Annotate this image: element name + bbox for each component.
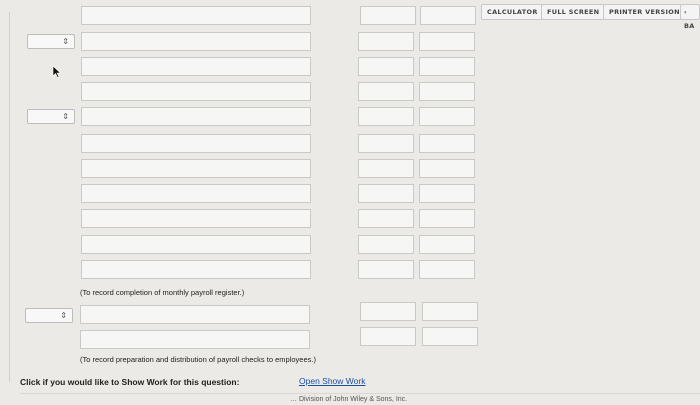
- back-button[interactable]: ‹ BA: [680, 4, 700, 30]
- account-field[interactable]: [81, 82, 311, 101]
- updown-chevron-icon: ⇕: [60, 311, 67, 320]
- credit-field[interactable]: [419, 159, 475, 178]
- date-select[interactable]: ⇕: [25, 308, 73, 323]
- credit-field[interactable]: [419, 32, 475, 51]
- credit-field[interactable]: [419, 260, 475, 279]
- debit-field[interactable]: [360, 6, 416, 25]
- debit-field[interactable]: [360, 302, 416, 321]
- credit-field[interactable]: [419, 57, 475, 76]
- updown-chevron-icon: ⇕: [62, 37, 69, 46]
- account-field[interactable]: [81, 159, 311, 178]
- updown-chevron-icon: ⇕: [62, 112, 69, 121]
- show-work-label: Click if you would like to Show Work for…: [20, 377, 240, 387]
- debit-field[interactable]: [358, 57, 414, 76]
- debit-field[interactable]: [358, 235, 414, 254]
- account-field[interactable]: [81, 6, 311, 25]
- footer-divider: [20, 393, 700, 394]
- account-field[interactable]: [81, 260, 311, 279]
- calculator-button[interactable]: CALCULATOR: [481, 4, 544, 20]
- copyright-text: … Division of John Wiley & Sons, Inc.: [290, 396, 408, 403]
- debit-field[interactable]: [360, 327, 416, 346]
- credit-field[interactable]: [420, 6, 476, 25]
- full-screen-button[interactable]: FULL SCREEN: [541, 4, 606, 20]
- credit-field[interactable]: [419, 134, 475, 153]
- debit-field[interactable]: [358, 107, 414, 126]
- account-field[interactable]: [81, 209, 311, 228]
- entry-explanation: (To record preparation and distribution …: [80, 355, 316, 364]
- debit-field[interactable]: [358, 184, 414, 203]
- mouse-pointer-icon: [52, 66, 62, 78]
- debit-field[interactable]: [358, 260, 414, 279]
- debit-field[interactable]: [358, 32, 414, 51]
- entry-explanation: (To record completion of monthly payroll…: [80, 288, 245, 297]
- debit-field[interactable]: [358, 134, 414, 153]
- account-field[interactable]: [80, 330, 310, 349]
- account-field[interactable]: [81, 32, 311, 51]
- account-field[interactable]: [81, 107, 311, 126]
- credit-field[interactable]: [419, 184, 475, 203]
- credit-field[interactable]: [419, 209, 475, 228]
- debit-field[interactable]: [358, 159, 414, 178]
- date-select[interactable]: ⇕: [27, 34, 75, 49]
- credit-field[interactable]: [419, 235, 475, 254]
- debit-field[interactable]: [358, 82, 414, 101]
- open-show-work-link[interactable]: Open Show Work: [299, 376, 365, 386]
- account-field[interactable]: [81, 235, 311, 254]
- left-border: [9, 12, 10, 382]
- debit-field[interactable]: [358, 209, 414, 228]
- printer-version-button[interactable]: PRINTER VERSION: [603, 4, 686, 20]
- credit-field[interactable]: [422, 302, 478, 321]
- account-field[interactable]: [80, 305, 310, 324]
- account-field[interactable]: [81, 134, 311, 153]
- account-field[interactable]: [81, 184, 311, 203]
- credit-field[interactable]: [419, 107, 475, 126]
- credit-field[interactable]: [422, 327, 478, 346]
- credit-field[interactable]: [419, 82, 475, 101]
- date-select[interactable]: ⇕: [27, 109, 75, 124]
- account-field[interactable]: [81, 57, 311, 76]
